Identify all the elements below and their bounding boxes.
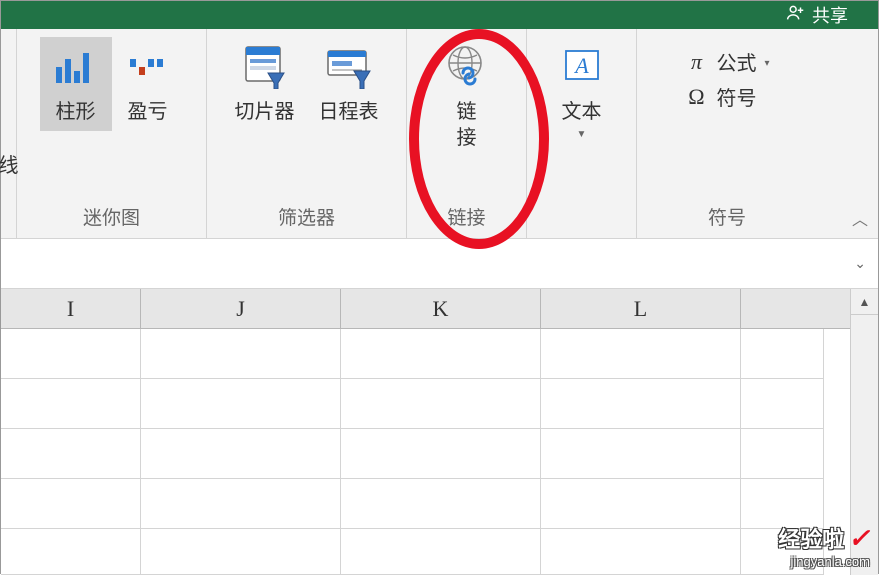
link-button[interactable]: 链 接 [431, 37, 503, 157]
slicer-button[interactable]: 切片器 [223, 37, 307, 131]
text-button[interactable]: A 文本 ▼ [546, 37, 618, 146]
symbol-label: 符号 [716, 82, 756, 111]
sparklines-group-label: 迷你图 [83, 197, 140, 238]
cell[interactable] [741, 329, 824, 379]
collapse-ribbon-button[interactable]: ︿ [852, 206, 868, 230]
vertical-scrollbar[interactable]: ▲ [850, 289, 878, 575]
group-filters: 切片器 日程表 筛选器 [207, 29, 407, 238]
links-group-label: 链接 [447, 197, 485, 238]
link-label: 链 接 [457, 99, 477, 151]
cell[interactable] [141, 429, 341, 479]
share-person-icon [784, 2, 806, 29]
cell[interactable] [541, 479, 741, 529]
cell[interactable] [141, 329, 341, 379]
symbols-group-label: 符号 [708, 197, 746, 238]
grid [1, 329, 878, 575]
cell[interactable] [541, 329, 741, 379]
slicer-icon [241, 43, 289, 91]
column-chart-icon [52, 43, 100, 91]
dropdown-arrow-icon: ▼ [577, 129, 587, 140]
textbox-icon: A [558, 43, 606, 91]
cell[interactable] [741, 379, 824, 429]
cell[interactable] [141, 379, 341, 429]
pi-icon: π [684, 49, 708, 75]
dropdown-arrow-icon: ▾ [764, 58, 769, 69]
winloss-icon [124, 43, 172, 91]
expand-formula-bar-button[interactable]: ⌄ [854, 255, 866, 272]
formula-label: 公式 [716, 47, 756, 76]
col-header-i[interactable]: I [1, 289, 141, 329]
cell[interactable] [141, 479, 341, 529]
cell[interactable] [741, 529, 824, 575]
cell[interactable] [1, 529, 141, 575]
titlebar: 共享 [1, 1, 878, 29]
cell[interactable] [541, 429, 741, 479]
scroll-up-button[interactable]: ▲ [851, 289, 878, 315]
cell[interactable] [541, 379, 741, 429]
cell[interactable] [541, 529, 741, 575]
text-group-label [579, 202, 584, 238]
group-links: 链 接 链接 [407, 29, 527, 238]
partial-prev-group: 线 [1, 29, 17, 238]
cell[interactable] [341, 329, 541, 379]
slicer-label: 切片器 [235, 99, 295, 125]
cell[interactable] [341, 529, 541, 575]
timeline-icon [325, 43, 373, 91]
formula-bar[interactable]: ⌄ [1, 239, 878, 289]
group-symbols: π 公式 ▾ Ω 符号 符号 [637, 29, 817, 238]
group-text: A 文本 ▼ [527, 29, 637, 238]
col-header-j[interactable]: J [141, 289, 341, 329]
col-header-partial[interactable] [741, 289, 852, 329]
column-headers: I J K L [1, 289, 878, 329]
symbol-button[interactable]: Ω 符号 [684, 82, 769, 111]
share-label: 共享 [812, 2, 848, 28]
omega-icon: Ω [684, 84, 708, 110]
timeline-label: 日程表 [319, 99, 379, 125]
col-header-l[interactable]: L [541, 289, 741, 329]
text-label: 文本 [562, 99, 602, 125]
timeline-button[interactable]: 日程表 [307, 37, 391, 131]
filters-group-label: 筛选器 [278, 197, 335, 238]
ribbon: 线 柱形 [1, 29, 878, 239]
svg-text:A: A [573, 53, 589, 78]
winloss-label: 盈亏 [128, 99, 168, 125]
cell[interactable] [341, 479, 541, 529]
sheet-area: I J K L [1, 289, 878, 575]
cell[interactable] [741, 429, 824, 479]
cell[interactable] [141, 529, 341, 575]
column-sparkline-button[interactable]: 柱形 [40, 37, 112, 131]
cell[interactable] [1, 479, 141, 529]
group-sparklines: 柱形 盈亏 迷你图 [17, 29, 207, 238]
hyperlink-globe-icon [443, 43, 491, 91]
cell[interactable] [1, 329, 141, 379]
column-label: 柱形 [56, 99, 96, 125]
cell[interactable] [1, 379, 141, 429]
col-header-k[interactable]: K [341, 289, 541, 329]
cell[interactable] [341, 429, 541, 479]
winloss-sparkline-button[interactable]: 盈亏 [112, 37, 184, 131]
formula-button[interactable]: π 公式 ▾ [684, 47, 769, 76]
cell[interactable] [1, 429, 141, 479]
cell[interactable] [741, 479, 824, 529]
cell[interactable] [341, 379, 541, 429]
share-button[interactable]: 共享 [784, 2, 848, 29]
